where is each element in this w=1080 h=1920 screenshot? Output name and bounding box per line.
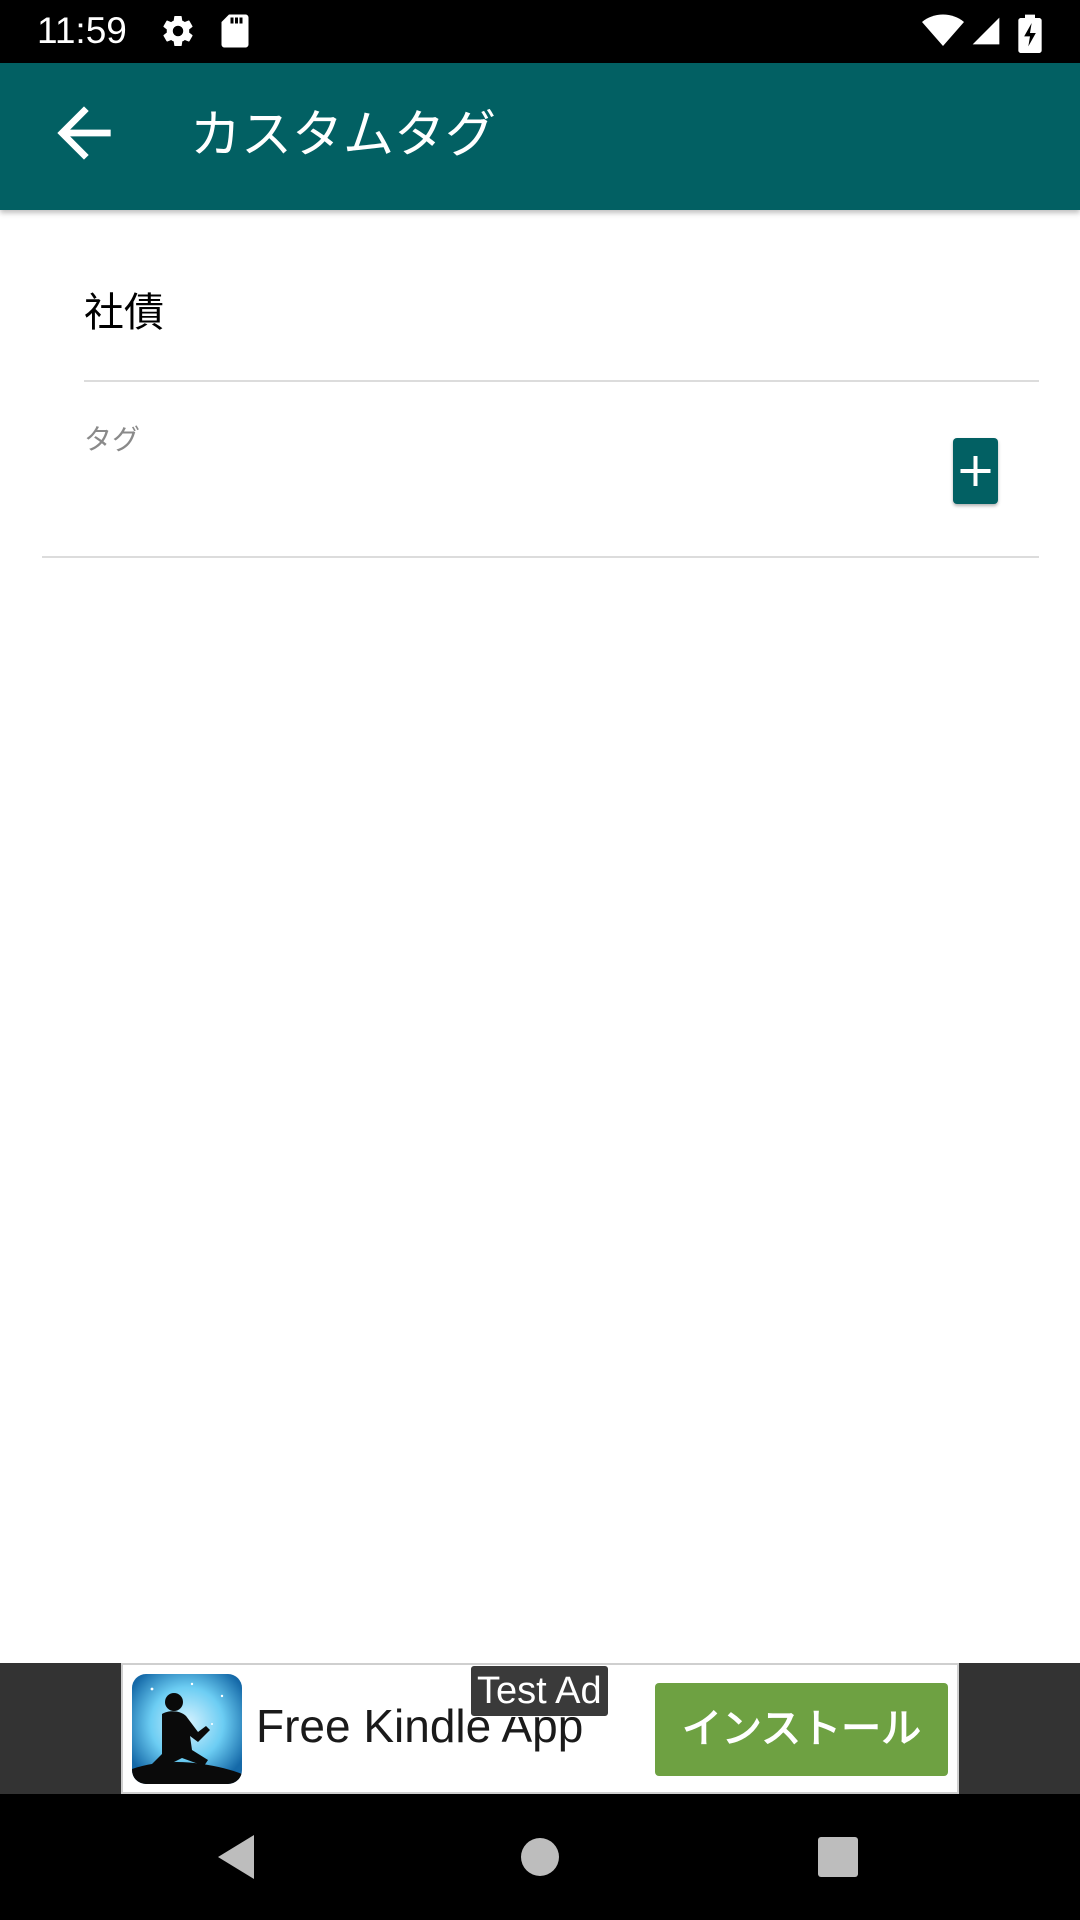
add-tag-button[interactable] — [953, 438, 998, 504]
recents-square-icon[interactable] — [808, 1827, 868, 1887]
gear-icon — [163, 16, 193, 47]
test-ad-badge: Test Ad — [470, 1665, 609, 1717]
divider — [84, 380, 1039, 382]
plus-icon — [960, 456, 991, 486]
signal-icon — [972, 17, 1000, 45]
back-button[interactable] — [44, 93, 124, 173]
home-circle-icon[interactable] — [510, 1827, 570, 1887]
page-title: カスタムタグ — [190, 106, 497, 165]
tag-label: タグ — [84, 423, 141, 456]
arrow-back-icon — [57, 106, 111, 160]
kindle-app-icon — [132, 1674, 242, 1784]
sd-card-icon — [221, 14, 249, 48]
wifi-icon — [922, 14, 964, 46]
ad-banner[interactable]: Free Kindle App Test Ad インストール — [121, 1663, 959, 1794]
status-bar: 11:59 — [0, 0, 1080, 63]
back-triangle-icon[interactable] — [208, 1827, 268, 1887]
install-button[interactable]: インストール — [655, 1683, 948, 1776]
tag-name-field[interactable]: 社債 — [84, 283, 164, 343]
navigation-bar — [0, 1794, 1080, 1920]
app-bar: カスタムタグ — [0, 63, 1080, 210]
status-time: 11:59 — [37, 10, 127, 51]
divider — [42, 556, 1039, 558]
battery-charging-icon — [1018, 14, 1042, 53]
